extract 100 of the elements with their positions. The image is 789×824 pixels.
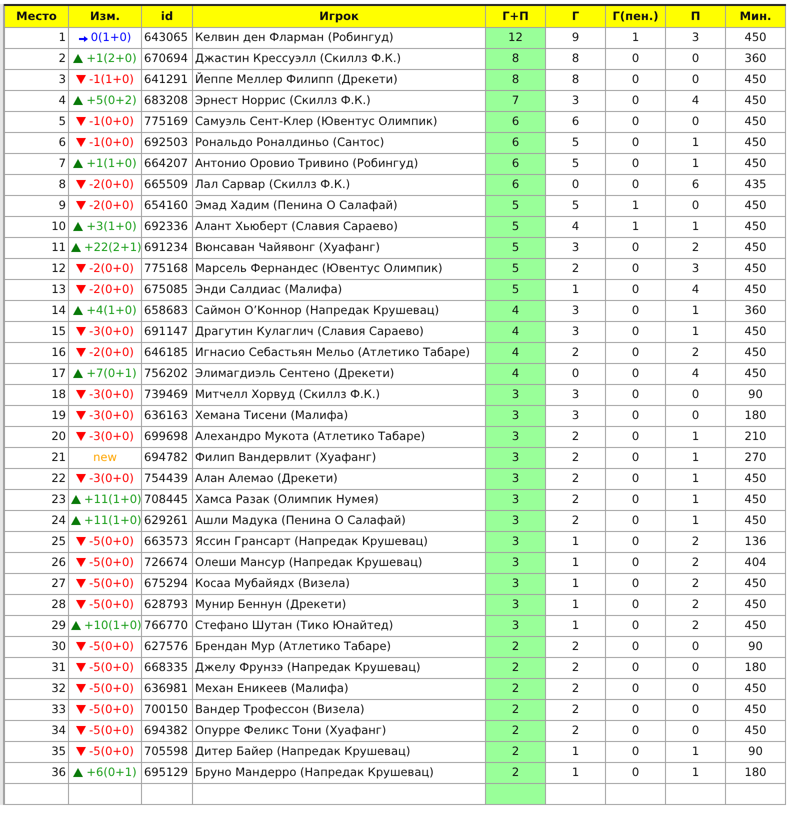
- id-cell: 726674: [142, 552, 192, 573]
- goals-cell: 1: [546, 279, 606, 300]
- change-value: -5(0+0): [89, 702, 134, 716]
- change-value: -3(0+0): [89, 429, 134, 443]
- player-cell: Джелу Фрунзэ (Напредак Крушевац): [192, 657, 486, 678]
- player-cell: Механ Еникеев (Малифа): [192, 678, 486, 699]
- column-header[interactable]: Изм.: [68, 5, 142, 27]
- goals-cell: 2: [546, 426, 606, 447]
- player-cell: Яссин Грансарт (Напредак Крушевац): [192, 531, 486, 552]
- assists-cell: 0: [666, 111, 726, 132]
- place-cell: 30: [4, 636, 68, 657]
- id-cell: 646185: [142, 342, 192, 363]
- id-cell: 664207: [142, 153, 192, 174]
- column-header[interactable]: Г(пен.): [606, 5, 666, 27]
- id-cell: 775169: [142, 111, 192, 132]
- change-value: -2(0+0): [89, 198, 134, 212]
- goals-cell: 2: [546, 678, 606, 699]
- assists-cell: 0: [666, 405, 726, 426]
- column-header[interactable]: Г+П: [486, 5, 546, 27]
- change-value: +22(2+1): [84, 240, 140, 254]
- place-cell: 12: [4, 258, 68, 279]
- total-cell: 3: [486, 510, 546, 531]
- column-header[interactable]: Место: [4, 5, 68, 27]
- change-value: 0(1+0): [90, 30, 132, 44]
- id-cell: 766770: [142, 615, 192, 636]
- change-value: -5(0+0): [89, 639, 134, 653]
- total-cell: 3: [486, 615, 546, 636]
- place-cell: 17: [4, 363, 68, 384]
- place-cell: 5: [4, 111, 68, 132]
- goals-cell: 4: [546, 216, 606, 237]
- column-header[interactable]: П: [666, 5, 726, 27]
- goals-cell: 2: [546, 468, 606, 489]
- id-cell: 663573: [142, 531, 192, 552]
- assists-cell: 1: [666, 510, 726, 531]
- id-cell: 654160: [142, 195, 192, 216]
- penalty-goals-cell: 0: [606, 573, 666, 594]
- goals-cell: 3: [546, 321, 606, 342]
- minutes-cell: 450: [726, 195, 786, 216]
- goals-cell: 2: [546, 489, 606, 510]
- place-cell: 31: [4, 657, 68, 678]
- assists-cell: 3: [666, 27, 726, 48]
- place-cell: 2: [4, 48, 68, 69]
- change-value: -5(0+0): [89, 723, 134, 737]
- id-cell: 692336: [142, 216, 192, 237]
- total-cell: 3: [486, 468, 546, 489]
- goals-cell: 2: [546, 699, 606, 720]
- player-cell: Вандер Трофессон (Визела): [192, 699, 486, 720]
- assists-cell: 1: [666, 762, 726, 783]
- change-value: +7(0+1): [86, 366, 137, 380]
- player-cell: Митчелл Хорвуд (Скиллз Ф.К.): [192, 384, 486, 405]
- player-cell: Алехандро Мукота (Атлетико Табаре): [192, 426, 486, 447]
- player-cell: Ашли Мадука (Пенина О Салафай): [192, 510, 486, 531]
- minutes-cell: 90: [726, 741, 786, 762]
- goals-cell: 9: [546, 27, 606, 48]
- penalty-goals-cell: 0: [606, 111, 666, 132]
- column-header[interactable]: Игрок: [192, 5, 486, 27]
- minutes-cell: 450: [726, 132, 786, 153]
- player-cell: Стефано Шутан (Тико Юнайтед): [192, 615, 486, 636]
- minutes-cell: 450: [726, 258, 786, 279]
- penalty-goals-cell: 1: [606, 27, 666, 48]
- id-cell: 675294: [142, 573, 192, 594]
- minutes-cell: 90: [726, 636, 786, 657]
- change-value: -2(0+0): [89, 177, 134, 191]
- place-cell: 33: [4, 699, 68, 720]
- assists-cell: 2: [666, 615, 726, 636]
- assists-cell: 6: [666, 174, 726, 195]
- player-cell: Косаа Мубайядх (Визела): [192, 573, 486, 594]
- column-header[interactable]: id: [142, 5, 192, 27]
- change-value: +10(1+0): [84, 618, 140, 632]
- change-value: -3(0+0): [89, 324, 134, 338]
- assists-cell: 0: [666, 678, 726, 699]
- assists-cell: 2: [666, 237, 726, 258]
- assists-cell: 1: [666, 426, 726, 447]
- player-cell: Алант Хьюберт (Славия Сараево): [192, 216, 486, 237]
- place-cell: 32: [4, 678, 68, 699]
- player-cell: Драгутин Кулаглич (Славия Сараево): [192, 321, 486, 342]
- column-header[interactable]: Мин.: [726, 5, 786, 27]
- column-header[interactable]: Г: [546, 5, 606, 27]
- id-cell: 675085: [142, 279, 192, 300]
- penalty-goals-cell: 0: [606, 531, 666, 552]
- goals-cell: 2: [546, 342, 606, 363]
- assists-cell: 2: [666, 552, 726, 573]
- goals-cell: 3: [546, 384, 606, 405]
- change-value: -1(0+0): [89, 114, 134, 128]
- assists-cell: 1: [666, 153, 726, 174]
- assists-cell: 1: [666, 321, 726, 342]
- goals-cell: 1: [546, 762, 606, 783]
- place-cell: 4: [4, 90, 68, 111]
- penalty-goals-cell: 0: [606, 594, 666, 615]
- place-cell: 11: [4, 237, 68, 258]
- id-cell: 739469: [142, 384, 192, 405]
- minutes-cell: 450: [726, 111, 786, 132]
- minutes-cell: 450: [726, 468, 786, 489]
- place-cell: 34: [4, 720, 68, 741]
- total-cell: 2: [486, 636, 546, 657]
- place-cell: 6: [4, 132, 68, 153]
- assists-cell: 4: [666, 90, 726, 111]
- penalty-goals-cell: 0: [606, 342, 666, 363]
- assists-cell: 4: [666, 363, 726, 384]
- penalty-goals-cell: 0: [606, 48, 666, 69]
